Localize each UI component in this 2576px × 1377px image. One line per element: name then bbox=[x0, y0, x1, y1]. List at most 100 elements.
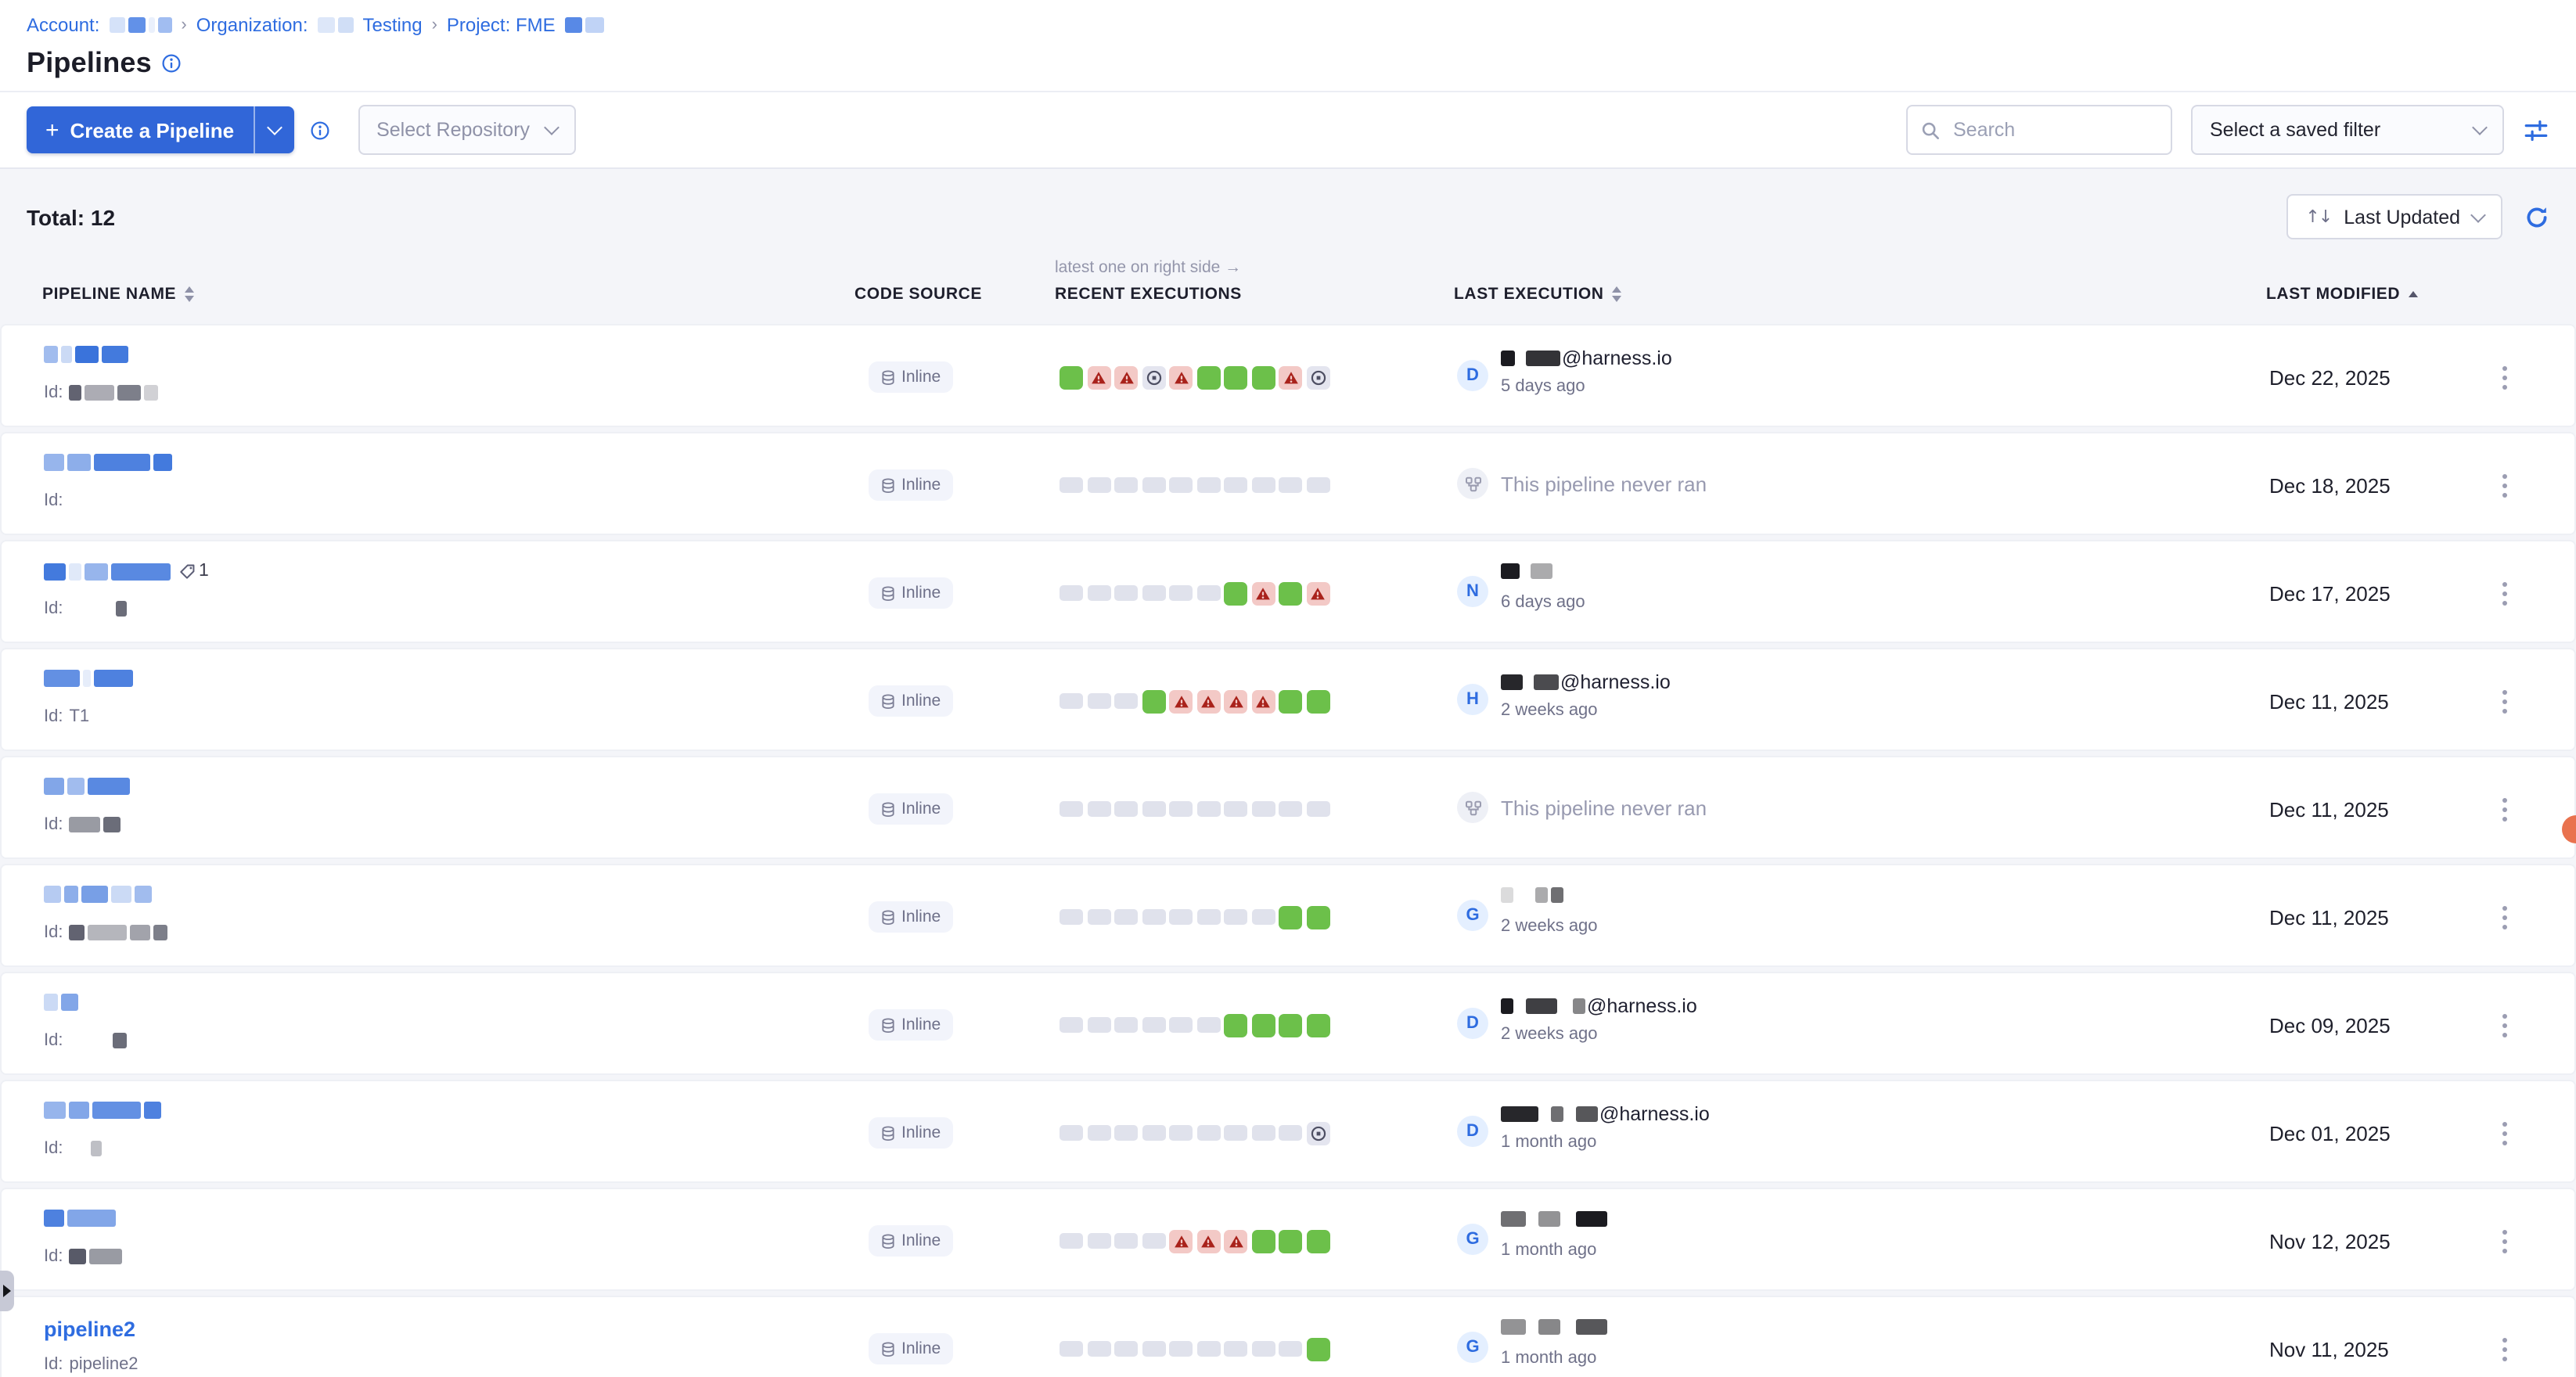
execution-square-success[interactable] bbox=[1224, 365, 1247, 389]
execution-square-success[interactable] bbox=[1142, 689, 1165, 713]
create-pipeline-dropdown[interactable] bbox=[253, 106, 293, 153]
execution-square-aborted[interactable] bbox=[1142, 365, 1165, 389]
execution-square-success[interactable] bbox=[1279, 1229, 1302, 1253]
execution-square-success[interactable] bbox=[1279, 905, 1302, 929]
execution-square-empty bbox=[1224, 909, 1247, 925]
execution-square-failed[interactable] bbox=[1087, 365, 1110, 389]
execution-square-failed[interactable] bbox=[1224, 689, 1247, 713]
pipeline-name[interactable] bbox=[44, 346, 128, 363]
row-menu-button[interactable] bbox=[2493, 576, 2515, 610]
execution-square-failed[interactable] bbox=[1251, 689, 1275, 713]
pipeline-name[interactable] bbox=[44, 1102, 161, 1119]
execution-square-failed[interactable] bbox=[1279, 365, 1302, 389]
redacted-pipeline-name bbox=[44, 886, 152, 903]
execution-square-success[interactable] bbox=[1306, 1337, 1329, 1361]
execution-square-success[interactable] bbox=[1251, 365, 1275, 389]
pipeline-row[interactable]: pipeline2Id:pipeline2InlineG1 month agoN… bbox=[0, 1296, 2576, 1377]
pipeline-row[interactable]: Id:InlineD@harness.io1 month agoDec 01, … bbox=[0, 1080, 2576, 1183]
execution-square-success[interactable] bbox=[1306, 689, 1329, 713]
recent-executions bbox=[1060, 541, 1329, 645]
pipeline-name[interactable]: 1 bbox=[44, 562, 209, 581]
pipeline-name[interactable] bbox=[44, 994, 78, 1011]
pipeline-row[interactable]: Id:T1InlineH@harness.io2 weeks agoDec 11… bbox=[0, 648, 2576, 751]
pipelines-info-icon[interactable] bbox=[161, 53, 182, 74]
execution-square-failed[interactable] bbox=[1306, 581, 1329, 605]
row-menu-button[interactable] bbox=[2493, 468, 2515, 502]
pipeline-row[interactable]: 1Id:InlineN6 days agoDec 17, 2025 bbox=[0, 540, 2576, 643]
execution-square-success[interactable] bbox=[1306, 905, 1329, 929]
execution-square-success[interactable] bbox=[1279, 581, 1302, 605]
execution-square-success[interactable] bbox=[1251, 1229, 1275, 1253]
execution-square-failed[interactable] bbox=[1224, 1229, 1247, 1253]
row-menu-button[interactable] bbox=[2493, 792, 2515, 826]
executor-name bbox=[1501, 887, 1563, 903]
pipeline-name[interactable] bbox=[44, 778, 130, 795]
breadcrumb-organization-link[interactable]: Organization: bbox=[196, 13, 308, 35]
pipeline-name[interactable] bbox=[44, 1210, 116, 1227]
saved-filter-dropdown[interactable]: Select a saved filter bbox=[2191, 105, 2504, 155]
breadcrumb-org-name-link[interactable]: Testing bbox=[363, 13, 423, 35]
code-source-label: Inline bbox=[901, 1016, 941, 1034]
execution-square-success[interactable] bbox=[1224, 581, 1247, 605]
column-last-execution[interactable]: LAST EXECUTION bbox=[1454, 285, 1621, 304]
redacted-block bbox=[565, 16, 582, 32]
filter-settings-icon[interactable] bbox=[2523, 117, 2549, 143]
refresh-icon[interactable] bbox=[2524, 204, 2549, 229]
execution-square-success[interactable] bbox=[1306, 1013, 1329, 1037]
pipeline-name[interactable] bbox=[44, 670, 133, 687]
row-menu-button[interactable] bbox=[2493, 900, 2515, 934]
row-menu-button[interactable] bbox=[2493, 1224, 2515, 1258]
execution-square-failed[interactable] bbox=[1196, 1229, 1220, 1253]
pipeline-name[interactable] bbox=[44, 886, 152, 903]
pipeline-row[interactable]: Id:InlineG2 weeks agoDec 11, 2025 bbox=[0, 864, 2576, 967]
sort-dropdown[interactable]: ↑↓ Last Updated bbox=[2286, 194, 2502, 239]
panel-expand-handle[interactable] bbox=[0, 1271, 14, 1311]
pipeline-row[interactable]: Id:InlineThis pipeline never ranDec 11, … bbox=[0, 756, 2576, 859]
row-menu-button[interactable] bbox=[2493, 1332, 2515, 1366]
execution-square-success[interactable] bbox=[1060, 365, 1083, 389]
column-last-modified[interactable]: LAST MODIFIED bbox=[2266, 285, 2417, 304]
create-pipeline-main[interactable]: + Create a Pipeline bbox=[27, 106, 253, 153]
execution-square-failed[interactable] bbox=[1251, 581, 1275, 605]
pipeline-row[interactable]: Id:InlineThis pipeline never ranDec 18, … bbox=[0, 432, 2576, 535]
execution-square-success[interactable] bbox=[1306, 1229, 1329, 1253]
row-menu-button[interactable] bbox=[2493, 1116, 2515, 1150]
execution-square-failed[interactable] bbox=[1169, 689, 1193, 713]
execution-square-aborted[interactable] bbox=[1306, 365, 1329, 389]
execution-square-aborted[interactable] bbox=[1306, 1121, 1329, 1145]
row-menu-button[interactable] bbox=[2493, 360, 2515, 394]
redacted-block bbox=[61, 346, 72, 363]
column-pipeline-name[interactable]: PIPELINE NAME bbox=[42, 285, 193, 304]
redacted-block bbox=[1529, 1211, 1535, 1227]
redacted-executor-name bbox=[1501, 351, 1560, 366]
execution-square-failed[interactable] bbox=[1169, 365, 1193, 389]
execution-square-failed[interactable] bbox=[1196, 689, 1220, 713]
breadcrumb-project-link[interactable]: Project: FME bbox=[447, 13, 556, 35]
breadcrumb-account-link[interactable]: Account: bbox=[27, 13, 99, 35]
pipeline-name[interactable] bbox=[44, 454, 172, 471]
pipeline-row[interactable]: Id:InlineD@harness.io2 weeks agoDec 09, … bbox=[0, 972, 2576, 1075]
pipeline-row[interactable]: Id:InlineG1 month agoNov 12, 2025 bbox=[0, 1188, 2576, 1291]
pipeline-id: Id: bbox=[44, 1247, 122, 1266]
execution-square-success[interactable] bbox=[1279, 1013, 1302, 1037]
create-pipeline-info-icon[interactable] bbox=[309, 120, 329, 140]
execution-square-success[interactable] bbox=[1196, 365, 1220, 389]
select-repository-dropdown[interactable]: Select Repository bbox=[358, 105, 575, 155]
execution-square-failed[interactable] bbox=[1114, 365, 1138, 389]
create-pipeline-button[interactable]: + Create a Pipeline bbox=[27, 106, 293, 153]
redacted-executor-name bbox=[1501, 563, 1552, 579]
row-menu-button[interactable] bbox=[2493, 684, 2515, 718]
pipeline-row[interactable]: Id:InlineD@harness.io5 days agoDec 22, 2… bbox=[0, 324, 2576, 427]
execution-square-success[interactable] bbox=[1251, 1013, 1275, 1037]
execution-square-failed[interactable] bbox=[1169, 1229, 1193, 1253]
search-input[interactable] bbox=[1950, 117, 2158, 142]
inline-store-icon bbox=[881, 1232, 895, 1249]
pipeline-id-value: T1 bbox=[69, 707, 89, 726]
pipeline-name-link[interactable]: pipeline2 bbox=[44, 1318, 135, 1341]
execution-square-success[interactable] bbox=[1279, 689, 1302, 713]
row-menu-button[interactable] bbox=[2493, 1008, 2515, 1042]
pipeline-name[interactable]: pipeline2 bbox=[44, 1318, 135, 1341]
execution-square-empty bbox=[1060, 1233, 1083, 1249]
search-box[interactable] bbox=[1906, 105, 2172, 155]
execution-square-success[interactable] bbox=[1224, 1013, 1247, 1037]
